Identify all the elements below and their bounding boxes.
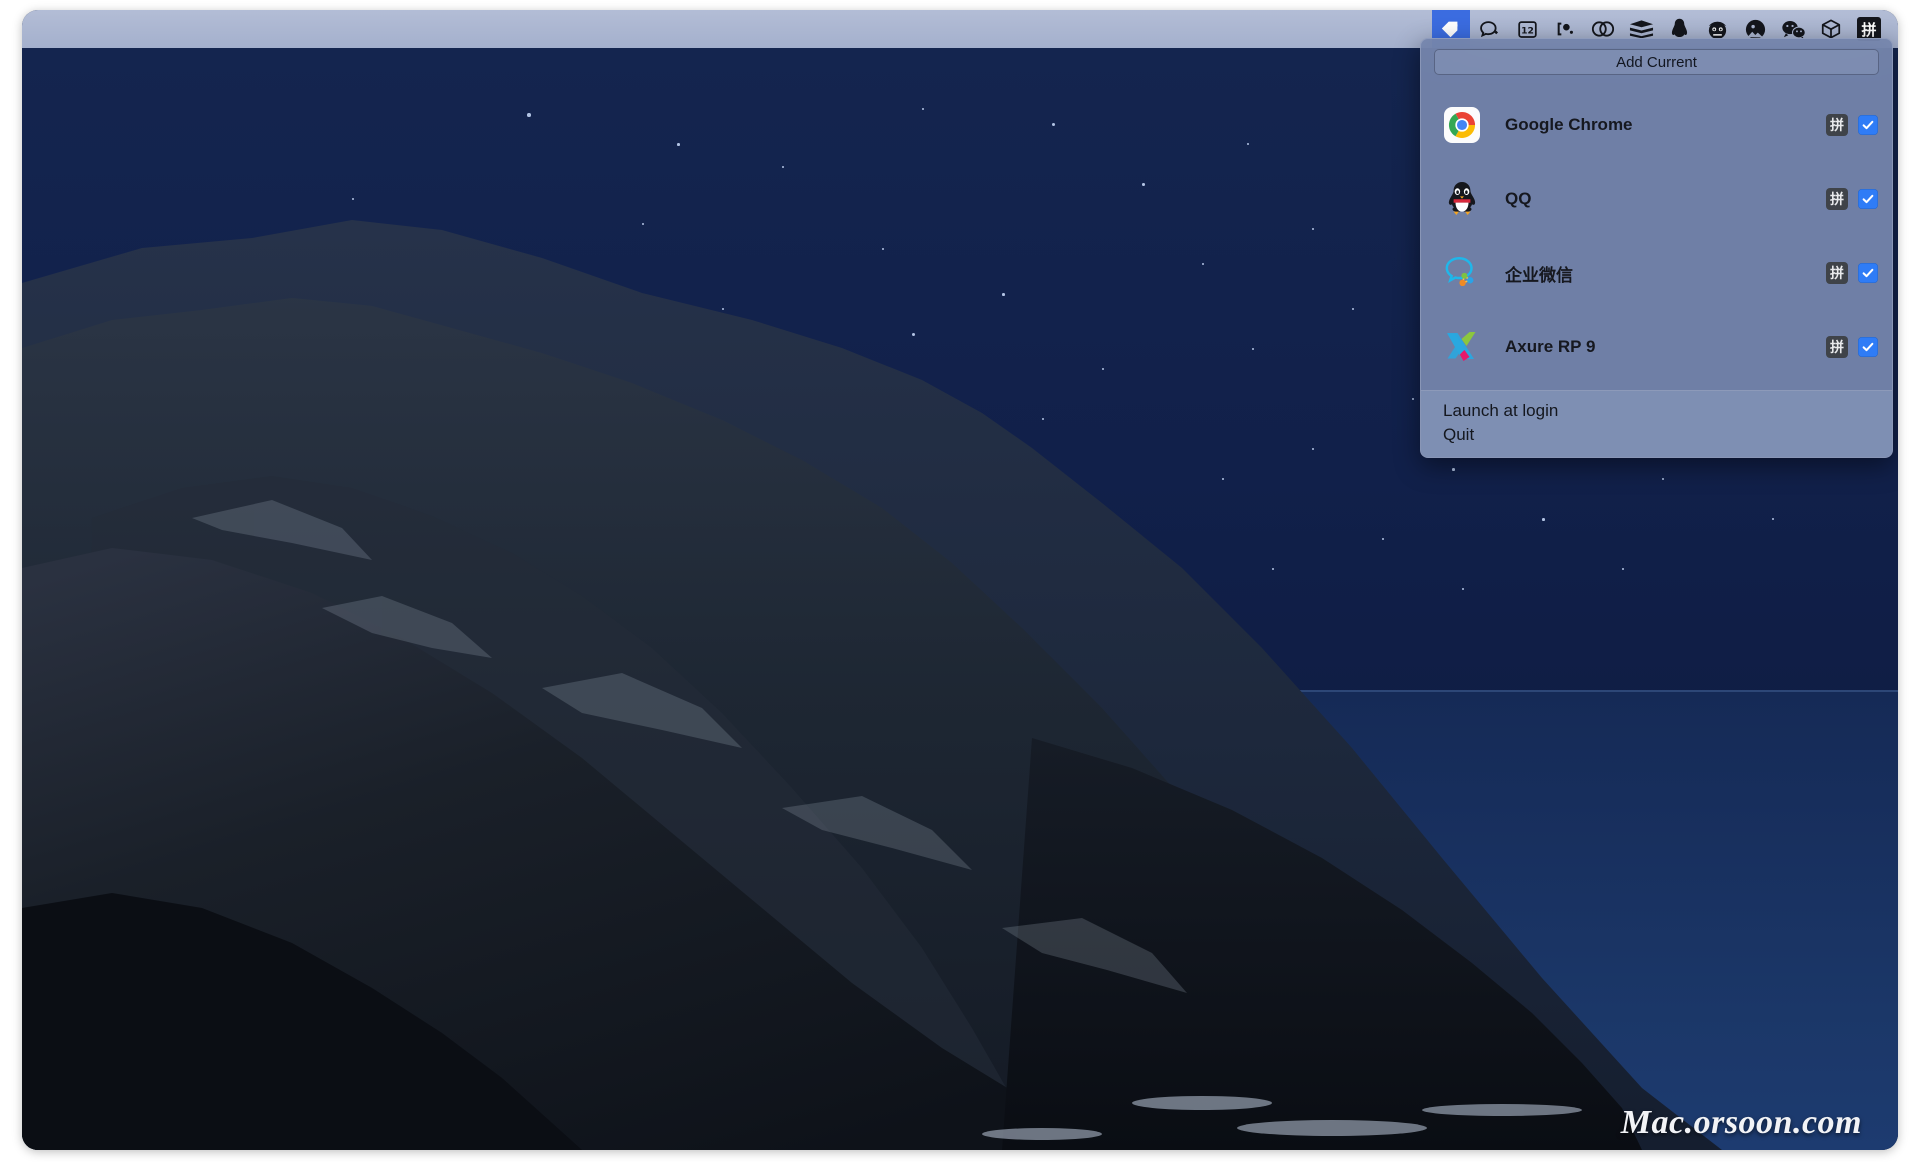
app-row-qq[interactable]: QQ 拼 — [1421, 162, 1892, 236]
ime-badge: 拼 — [1826, 262, 1848, 284]
menu-item-launch-at-login[interactable]: Launch at login — [1421, 399, 1892, 423]
app-enabled-checkbox[interactable] — [1858, 189, 1878, 209]
qq-icon — [1443, 180, 1481, 218]
app-name-label: 企业微信 — [1505, 261, 1826, 286]
app-list: Google Chrome 拼 — [1421, 83, 1892, 390]
app-row-wecom[interactable]: 企业微信 拼 — [1421, 236, 1892, 310]
app-enabled-checkbox[interactable] — [1858, 115, 1878, 135]
site-watermark: Mac.orsoon.com — [1621, 1104, 1862, 1142]
panel-footer: Launch at login Quit — [1421, 391, 1892, 457]
ime-badge: 拼 — [1826, 114, 1848, 136]
app-enabled-checkbox[interactable] — [1858, 263, 1878, 283]
menu-item-quit[interactable]: Quit — [1421, 423, 1892, 447]
app-name-label: Axure RP 9 — [1505, 337, 1826, 357]
chrome-icon — [1443, 106, 1481, 144]
app-switcher-panel: Add Current — [1420, 38, 1893, 458]
svg-text:12: 12 — [1521, 25, 1534, 36]
wecom-icon — [1443, 254, 1481, 292]
app-name-label: Google Chrome — [1505, 115, 1826, 135]
app-enabled-checkbox[interactable] — [1858, 337, 1878, 357]
add-current-button[interactable]: Add Current — [1434, 49, 1879, 75]
app-row-google-chrome[interactable]: Google Chrome 拼 — [1421, 88, 1892, 162]
macos-desktop: Mac.orsoon.com 12 — [22, 10, 1898, 1150]
ime-badge: 拼 — [1826, 188, 1848, 210]
screen-root: Mac.orsoon.com 12 — [0, 0, 1920, 1162]
panel-header: Add Current — [1421, 39, 1892, 83]
axure-icon — [1443, 328, 1481, 366]
app-row-axure-rp-9[interactable]: Axure RP 9 拼 — [1421, 310, 1892, 384]
app-name-label: QQ — [1505, 189, 1826, 209]
ime-badge: 拼 — [1826, 336, 1848, 358]
